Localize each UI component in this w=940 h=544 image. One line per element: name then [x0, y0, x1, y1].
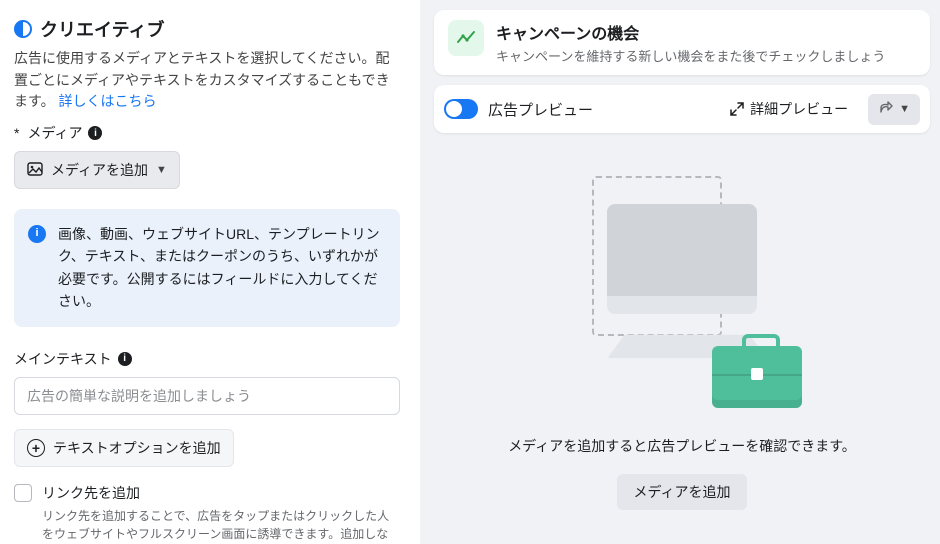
image-icon	[27, 161, 43, 180]
creative-title: クリエイティブ	[40, 16, 165, 42]
preview-toolbar: 広告プレビュー 詳細プレビュー ▼	[434, 85, 930, 133]
right-panel: キャンペーンの機会 キャンペーンを維持する新しい機会をまた後でチェックしましょう…	[420, 0, 940, 544]
expand-icon	[730, 102, 744, 116]
media-required-banner: i 画像、動画、ウェブサイトURL、テンプレートリンク、テキスト、またはクーポン…	[14, 209, 400, 327]
creative-description: 広告に使用するメディアとテキストを選択してください。配置ごとにメディアやテキスト…	[14, 48, 400, 113]
preview-empty-message: メディアを追加すると広告プレビューを確認できます。	[508, 436, 856, 456]
creative-panel: クリエイティブ 広告に使用するメディアとテキストを選択してください。配置ごとにメ…	[0, 0, 420, 544]
add-media-button[interactable]: メディアを追加 ▼	[14, 151, 180, 189]
app-root: クリエイティブ 広告に使用するメディアとテキストを選択してください。配置ごとにメ…	[0, 0, 940, 544]
learn-more-link[interactable]: 詳しくはこちら	[59, 93, 157, 109]
preview-label: 広告プレビュー	[488, 99, 710, 120]
add-link-row: リンク先を追加 リンク先を追加することで、広告をタップまたはクリックした人をウェ…	[14, 483, 400, 544]
add-link-desc: リンク先を追加することで、広告をタップまたはクリックした人をウェブサイトやフルス…	[42, 507, 400, 544]
opportunity-icon	[448, 20, 484, 56]
media-field-label: メディア i	[14, 123, 400, 143]
creative-icon	[14, 20, 32, 38]
main-text-input[interactable]	[14, 377, 400, 415]
preview-canvas: メディアを追加すると広告プレビューを確認できます。 メディアを追加	[434, 143, 930, 534]
campaign-opportunity-card: キャンペーンの機会 キャンペーンを維持する新しい機会をまた後でチェックしましょう	[434, 10, 930, 75]
creative-header: クリエイティブ	[14, 16, 400, 42]
toggle-knob	[446, 101, 462, 117]
preview-add-media-button[interactable]: メディアを追加	[617, 474, 746, 510]
caret-down-icon: ▼	[899, 103, 910, 115]
opportunity-title: キャンペーンの機会	[496, 20, 885, 44]
opportunity-desc: キャンペーンを維持する新しい機会をまた後でチェックしましょう	[496, 46, 885, 65]
add-link-title: リンク先を追加	[42, 483, 400, 503]
plus-icon: +	[27, 439, 45, 457]
caret-down-icon: ▼	[156, 164, 167, 176]
detail-preview-button[interactable]: 詳細プレビュー	[720, 93, 858, 125]
share-button[interactable]: ▼	[868, 94, 920, 125]
add-text-option-button[interactable]: + テキストオプションを追加	[14, 429, 234, 467]
add-media-label: メディアを追加	[51, 160, 148, 180]
preview-toggle[interactable]	[444, 99, 478, 119]
info-badge-icon: i	[28, 225, 46, 243]
info-icon[interactable]: i	[118, 352, 132, 366]
info-icon[interactable]: i	[88, 126, 102, 140]
add-link-checkbox[interactable]	[14, 484, 32, 502]
main-text-label: メインテキスト i	[14, 349, 400, 369]
preview-illustration	[552, 166, 812, 426]
share-icon	[878, 100, 893, 119]
